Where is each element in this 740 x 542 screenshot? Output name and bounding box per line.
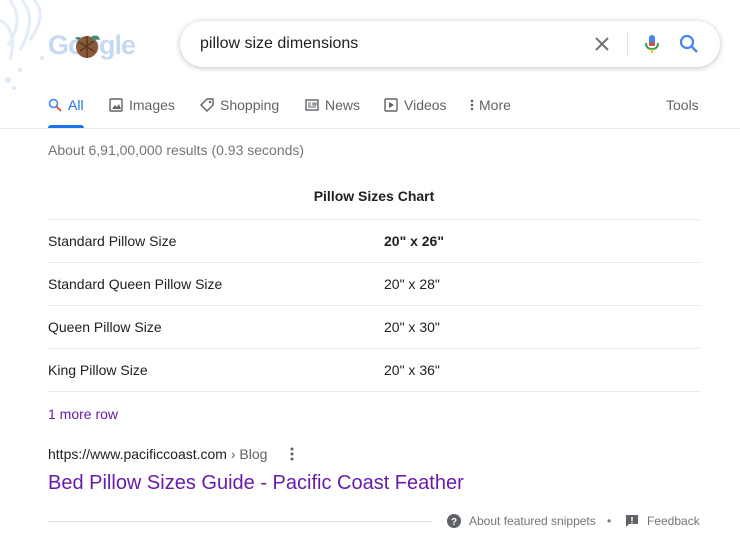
result-url[interactable]: https://www.pacificcoast.com › Blog bbox=[48, 444, 267, 464]
tab-label: More bbox=[479, 97, 511, 113]
search-icon[interactable] bbox=[678, 33, 700, 55]
size-value: 20" x 30" bbox=[384, 305, 700, 349]
tag-icon bbox=[200, 98, 214, 112]
tab-shopping[interactable]: Shopping bbox=[200, 92, 279, 128]
tab-videos[interactable]: Videos bbox=[384, 92, 447, 128]
feedback-link[interactable]: Feedback bbox=[625, 512, 700, 530]
search-input[interactable] bbox=[200, 21, 580, 67]
tab-label: Videos bbox=[404, 97, 447, 113]
size-name: King Pillow Size bbox=[48, 348, 384, 392]
clear-icon[interactable] bbox=[592, 34, 612, 54]
tab-more[interactable]: More bbox=[469, 92, 511, 128]
feedback-icon bbox=[626, 515, 638, 527]
tools-button[interactable]: Tools bbox=[666, 92, 699, 118]
search-divider bbox=[627, 32, 628, 56]
about-featured-snippets[interactable]: ? About featured snippets bbox=[447, 512, 596, 530]
size-value: 20" x 28" bbox=[384, 262, 700, 306]
size-value: 20" x 26" bbox=[384, 219, 700, 263]
pinecone-icon bbox=[75, 35, 100, 58]
image-icon bbox=[109, 98, 123, 112]
search-icon bbox=[48, 98, 62, 112]
result-options-icon[interactable] bbox=[286, 446, 298, 462]
table-row: Standard Queen Pillow Size 20" x 28" bbox=[48, 262, 700, 306]
table-row: Standard Pillow Size 20" x 26" bbox=[48, 219, 700, 263]
snippet-title: Pillow Sizes Chart bbox=[313, 188, 435, 204]
size-value: 20" x 36" bbox=[384, 348, 700, 392]
result-domain: https://www.pacificcoast.com bbox=[48, 446, 227, 462]
more-rows-link[interactable]: 1 more row bbox=[48, 404, 118, 424]
size-name: Queen Pillow Size bbox=[48, 305, 384, 349]
news-icon bbox=[305, 99, 319, 111]
pillow-sizes-table: Standard Pillow Size 20" x 26" Standard … bbox=[48, 219, 700, 392]
kebab-icon bbox=[470, 99, 474, 111]
play-icon bbox=[384, 98, 398, 112]
table-row: King Pillow Size 20" x 36" bbox=[48, 348, 700, 392]
search-box bbox=[180, 21, 720, 67]
tab-label: Shopping bbox=[220, 97, 280, 113]
size-name: Standard Pillow Size bbox=[48, 219, 384, 263]
tab-label: All bbox=[68, 97, 84, 113]
result-title-link[interactable]: Bed Pillow Sizes Guide - Pacific Coast F… bbox=[48, 470, 464, 496]
tab-label: News bbox=[325, 97, 361, 113]
result-breadcrumb: › Blog bbox=[226, 446, 268, 462]
header: Google All bbox=[0, 0, 740, 129]
result-stats: About 6,91,00,000 results (0.93 seconds) bbox=[48, 142, 305, 158]
svg-text:?: ? bbox=[451, 517, 457, 528]
table-row: Queen Pillow Size 20" x 30" bbox=[48, 305, 700, 349]
feedback-label: Feedback bbox=[647, 514, 700, 528]
tab-label: Images bbox=[129, 97, 175, 113]
divider bbox=[48, 521, 432, 522]
help-icon: ? bbox=[447, 514, 461, 528]
size-name: Standard Queen Pillow Size bbox=[48, 262, 384, 306]
google-doodle-logo[interactable]: Google bbox=[48, 30, 136, 62]
tab-images[interactable]: Images bbox=[109, 92, 175, 128]
microphone-icon[interactable] bbox=[641, 33, 663, 55]
separator-dot: • bbox=[607, 514, 612, 528]
about-label: About featured snippets bbox=[469, 514, 596, 528]
tab-all[interactable]: All bbox=[48, 92, 84, 128]
tab-news[interactable]: News bbox=[305, 92, 360, 128]
